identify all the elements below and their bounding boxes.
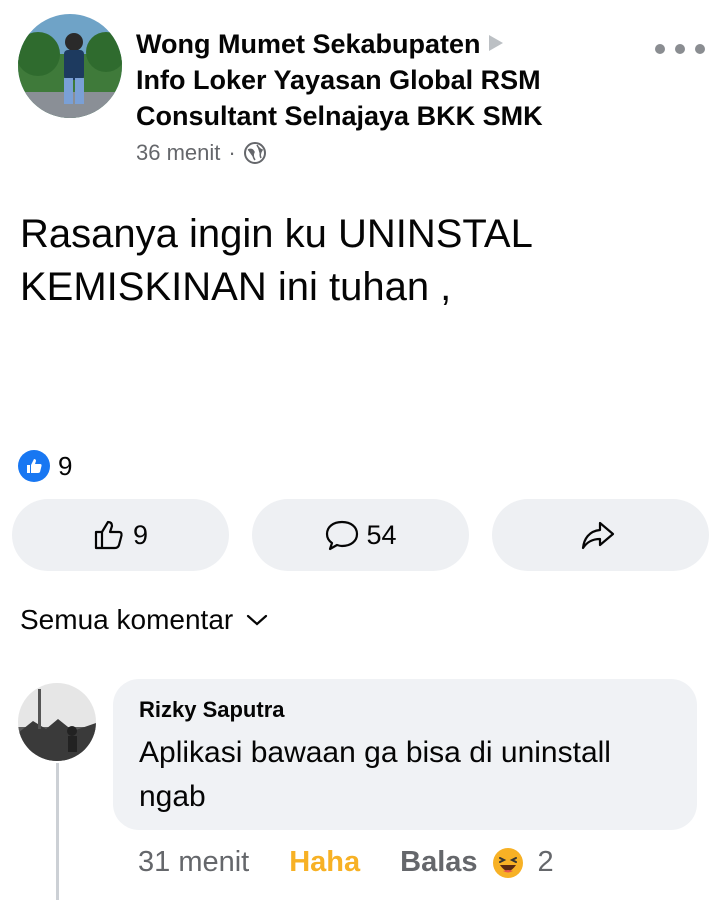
post-time[interactable]: 36 menit xyxy=(136,140,220,166)
comment-time[interactable]: 31 menit xyxy=(138,846,249,879)
group-name-line2[interactable]: Info Loker Yayasan Global RSM xyxy=(136,62,636,98)
comment-author[interactable]: Rizky Saputra xyxy=(139,695,671,725)
comment-count: 54 xyxy=(366,519,397,550)
share-button[interactable] xyxy=(492,499,709,571)
globe-icon xyxy=(243,142,266,164)
comment-actions: 31 menit Haha Balas 2 xyxy=(138,846,554,879)
comment-icon xyxy=(326,520,359,551)
reaction-count: 9 xyxy=(58,450,73,481)
comments-filter-label: Semua komentar xyxy=(20,604,234,635)
reply-button[interactable]: Balas xyxy=(400,846,477,879)
comment-bubble: Rizky Saputra Aplikasi bawaan ga bisa di… xyxy=(113,679,697,830)
author-name-group-line[interactable]: Wong Mumet Sekabupaten xyxy=(136,26,636,62)
comments-filter[interactable]: Semua komentar xyxy=(20,604,269,636)
reaction-summary[interactable]: 9 xyxy=(18,450,72,482)
comment-reaction-count: 2 xyxy=(537,846,554,878)
post-text: Rasanya ingin ku UNINSTAL KEMISKINAN ini… xyxy=(20,212,532,309)
like-button[interactable]: 9 xyxy=(12,499,229,571)
more-options-icon[interactable] xyxy=(655,44,705,58)
author-avatar[interactable] xyxy=(18,14,122,118)
meta-separator: · xyxy=(228,140,236,165)
comment-text: Aplikasi bawaan ga bisa di uninstall nga… xyxy=(139,736,611,813)
like-icon xyxy=(94,520,123,550)
arrow-right-icon xyxy=(488,35,503,51)
commenter-avatar[interactable] xyxy=(18,683,96,761)
author-name[interactable]: Wong Mumet Sekabupaten xyxy=(136,29,481,59)
post-meta: 36 menit · xyxy=(136,140,636,166)
share-icon xyxy=(581,521,614,550)
chevron-down-icon xyxy=(247,614,268,626)
thread-line xyxy=(56,763,59,900)
post-header: Wong Mumet Sekabupaten Info Loker Yayasa… xyxy=(0,0,720,190)
comment-button[interactable]: 54 xyxy=(252,499,469,571)
haha-reaction-button[interactable]: Haha xyxy=(289,846,360,879)
group-name-line3[interactable]: Consultant Selnajaya BKK SMK xyxy=(136,98,636,134)
author-block: Wong Mumet Sekabupaten Info Loker Yayasa… xyxy=(136,26,636,166)
like-count: 9 xyxy=(132,519,149,550)
haha-icon xyxy=(492,847,523,878)
like-reaction-icon xyxy=(18,450,50,482)
